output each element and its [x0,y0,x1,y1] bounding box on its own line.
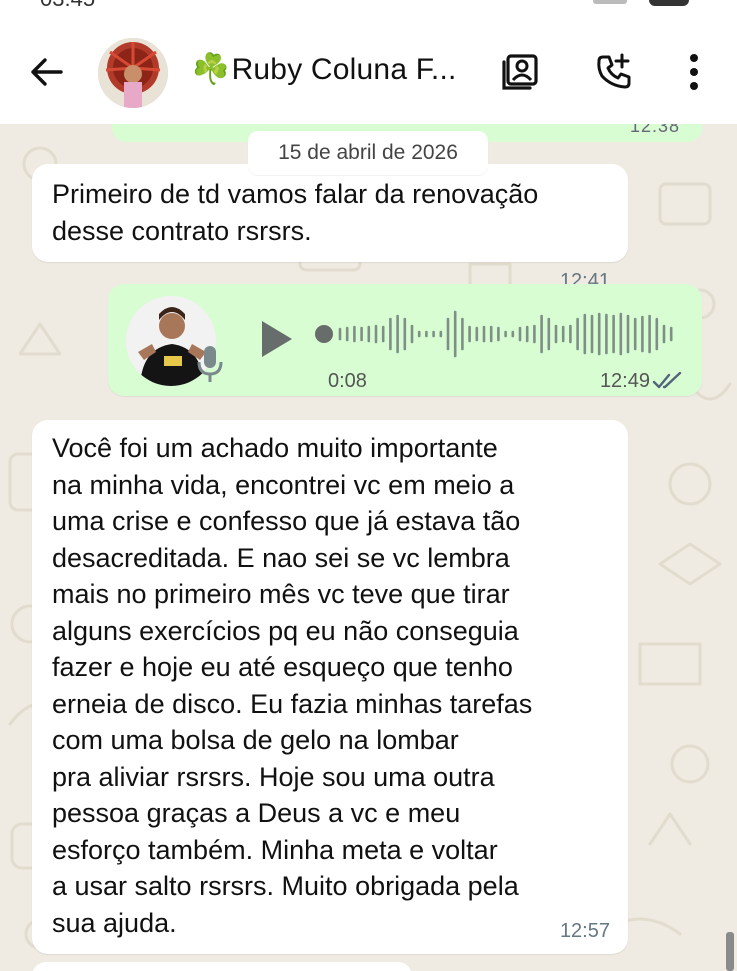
contact-card-icon [502,54,538,90]
voice-waveform[interactable] [314,306,686,362]
message-time: 12:57 [559,920,610,942]
next-message-bubble[interactable] [32,962,412,971]
date-separator: 15 de abril de 2026 [248,131,488,175]
chat-area[interactable]: 12:38 15 de abril de 2026 Primeiro de td… [0,124,737,971]
incoming-message-bubble[interactable]: Você foi um achado muito importante na m… [32,420,628,954]
more-vert-icon [690,54,698,90]
message-time: 12:49 [599,370,650,392]
scroll-indicator[interactable] [726,932,734,971]
mic-icon [197,346,223,382]
status-time-clipped: 03:45 [40,0,95,10]
status-bar: 03:45 [0,0,737,10]
add-call-button[interactable] [590,48,638,96]
signal-icon [593,0,627,4]
previous-message-time: 12:38 [629,124,680,136]
clover-emoji: ☘️ [192,53,230,86]
voice-duration: 0:08 [328,370,367,392]
incoming-message-bubble[interactable]: Primeiro de td vamos falar da renovação … [32,164,628,292]
chat-header: 03:45 ☘️Ruby Coluna F... [0,0,737,124]
add-call-icon [597,53,631,89]
play-button[interactable] [254,316,300,362]
voice-message-bubble[interactable]: 0:08 12:49 [108,284,702,396]
more-options-button[interactable] [670,48,718,96]
battery-icon [649,0,689,6]
message-text: Primeiro de td vamos falar da renovação … [52,179,539,246]
read-receipt-icon [652,372,682,389]
back-button[interactable] [24,50,68,94]
play-icon [262,321,292,357]
contact-name-text: Ruby Coluna F... [231,53,457,86]
contact-avatar[interactable] [98,38,168,108]
message-text: Você foi um achado muito importante na m… [52,433,533,938]
contact-name[interactable]: ☘️Ruby Coluna F... [192,52,457,87]
contact-card-button[interactable] [496,48,544,96]
avatar-photo [98,38,168,108]
arrow-left-icon [31,58,63,86]
